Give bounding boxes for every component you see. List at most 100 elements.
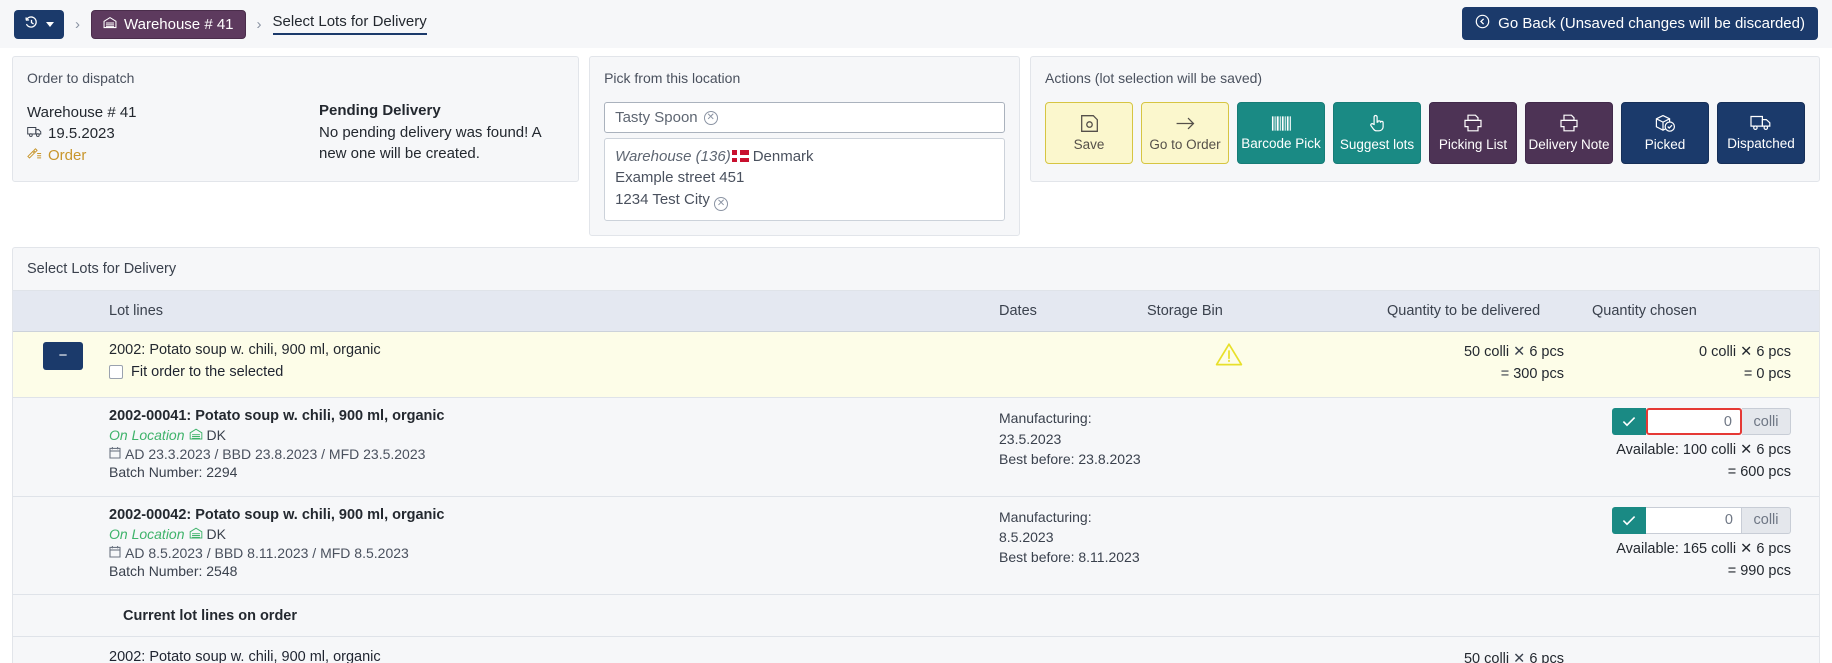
warehouse-icon <box>189 427 203 443</box>
breadcrumb-item-warehouse[interactable]: Warehouse # 41 <box>91 10 246 39</box>
parent-qty-pcs: 6 pcs <box>1529 344 1564 360</box>
lot-status: On Location <box>109 427 185 443</box>
dispatched-label: Dispatched <box>1727 136 1795 151</box>
go-back-button[interactable]: Go Back (Unsaved changes will be discard… <box>1462 7 1818 40</box>
parent-chosen-total: 0 pcs <box>1756 366 1791 382</box>
order-date: 19.5.2023 <box>48 123 115 144</box>
lot-confirm-button[interactable] <box>1612 507 1646 534</box>
lot-country-code: DK <box>207 526 226 542</box>
manufacturing-date: 8.5.2023 <box>999 527 1147 547</box>
manufacturing-label: Manufacturing: <box>999 507 1147 527</box>
order-warehouse-name: Warehouse # 41 <box>27 102 319 123</box>
current-qty-pcs: 6 pcs <box>1529 651 1564 663</box>
lot-dates-cell: Manufacturing: 23.5.2023 Best before: 23… <box>999 408 1147 469</box>
barcode-icon <box>1271 115 1292 132</box>
lot-dates-text: AD 8.5.2023 / BBD 8.11.2023 / MFD 8.5.20… <box>125 545 409 561</box>
current-qty-colli: 50 colli <box>1464 651 1509 663</box>
lot-dates-cell: Manufacturing: 8.5.2023 Best before: 8.1… <box>999 507 1147 568</box>
save-button[interactable]: Save <box>1045 102 1133 164</box>
lot-status-row: On Location DK <box>109 427 999 443</box>
pick-location-title: Pick from this location <box>604 70 1005 86</box>
header-storage-bin: Storage Bin <box>1147 303 1387 319</box>
actions-button-row: Save Go to Order <box>1045 102 1805 164</box>
history-dropdown-button[interactable] <box>14 10 64 39</box>
hand-pointer-icon <box>1368 113 1387 133</box>
lot-avail-total: 990 pcs <box>1740 563 1791 579</box>
lot-batch-number: Batch Number: 2294 <box>109 464 999 480</box>
parent-qty-to-be-delivered: 50 colli ✕ 6 pcs = 300 pcs <box>1387 342 1592 386</box>
header-qty-chosen: Quantity chosen <box>1592 303 1819 319</box>
fit-order-checkbox[interactable] <box>109 365 123 379</box>
lot-country-code: DK <box>207 427 226 443</box>
lot-available-colli: Available: 100 colli <box>1616 442 1736 458</box>
top-navigation-bar: › Warehouse # 41 › Select Lots for Deliv… <box>0 0 1832 48</box>
table-row-lot: 2002-00042: Potato soup w. chili, 900 ml… <box>13 497 1819 596</box>
dispatched-button[interactable]: Dispatched <box>1717 102 1805 164</box>
go-back-label: Go Back (Unsaved changes will be discard… <box>1498 15 1805 32</box>
parent-chosen-colli: 0 colli <box>1699 344 1736 360</box>
table-row-lot: 2002-00041: Potato soup w. chili, 900 ml… <box>13 398 1819 497</box>
save-label: Save <box>1074 137 1105 152</box>
clear-city-icon[interactable]: ✕ <box>714 197 728 211</box>
breadcrumb-current-page[interactable]: Select Lots for Delivery <box>273 13 427 35</box>
parent-chosen-eq: = <box>1744 366 1752 382</box>
lot-quantity-input[interactable] <box>1646 507 1742 534</box>
go-to-order-button[interactable]: Go to Order <box>1141 102 1229 164</box>
header-dates: Dates <box>999 303 1147 319</box>
lot-quantity-input[interactable] <box>1646 408 1742 435</box>
warehouse-icon <box>103 16 117 33</box>
delivery-note-button[interactable]: Delivery Note <box>1525 102 1613 164</box>
current-lot-info-cell: 2002: Potato soup w. chili, 900 ml, orga… <box>109 649 999 663</box>
best-before: Best before: 23.8.2023 <box>999 449 1147 469</box>
parent-chosen-times: ✕ <box>1740 344 1752 360</box>
suggest-lots-button[interactable]: Suggest lots <box>1333 102 1421 164</box>
lot-unit-label: colli <box>1742 408 1791 435</box>
lot-availability: Available: 165 colli ✕ 6 pcs = 990 pcs <box>1592 539 1819 583</box>
barcode-pick-label: Barcode Pick <box>1241 136 1321 151</box>
box-check-icon <box>1655 114 1676 133</box>
parent-chosen-pcs: 6 pcs <box>1756 344 1791 360</box>
lot-confirm-button[interactable] <box>1612 408 1646 435</box>
table-row-current-order-line: 2002: Potato soup w. chili, 900 ml, orga… <box>13 637 1819 663</box>
lot-status-row: On Location DK <box>109 526 999 542</box>
parent-qty-times: ✕ <box>1513 344 1525 360</box>
picking-list-button[interactable]: Picking List <box>1429 102 1517 164</box>
printer-icon <box>1463 114 1483 133</box>
panels-row: Order to dispatch Warehouse # 41 19.5.20… <box>0 48 1832 236</box>
current-qty-to-be-delivered: 50 colli ✕ 6 pcs = 300 pcs <box>1387 649 1592 663</box>
collapse-row-button[interactable]: − <box>43 342 83 370</box>
lot-info-cell: 2002-00042: Potato soup w. chili, 900 ml… <box>109 507 999 579</box>
lot-avail-pcs: 6 pcs <box>1756 442 1791 458</box>
lot-avail-total: 600 pcs <box>1740 464 1791 480</box>
picked-button[interactable]: Picked <box>1621 102 1709 164</box>
fit-order-row[interactable]: Fit order to the selected <box>109 364 999 380</box>
arrow-left-circle-icon <box>1475 14 1490 33</box>
order-type-label: Order <box>48 145 86 166</box>
order-pen-icon <box>27 145 42 166</box>
clear-location-icon[interactable]: ✕ <box>704 111 718 125</box>
delivery-note-label: Delivery Note <box>1528 137 1609 152</box>
truck-icon <box>1750 114 1772 132</box>
pick-location-input[interactable]: Tasty Spoon ✕ <box>604 102 1005 133</box>
location-city: 1234 Test City <box>615 191 710 208</box>
warehouse-icon <box>189 526 203 542</box>
lot-status: On Location <box>109 526 185 542</box>
parent-qty-chosen: 0 colli ✕ 6 pcs = 0 pcs <box>1592 342 1819 386</box>
actions-panel: Actions (lot selection will be saved) Sa… <box>1030 56 1820 182</box>
suggest-lots-label: Suggest lots <box>1340 137 1414 152</box>
picking-list-label: Picking List <box>1439 137 1507 152</box>
location-line-1: Warehouse (136)Denmark <box>615 146 994 167</box>
save-disk-icon <box>1080 114 1099 133</box>
header-spacer <box>13 303 109 319</box>
header-qty-to-be-delivered: Quantity to be delivered <box>1387 303 1592 319</box>
parent-storage-bin-cell <box>1147 342 1387 371</box>
warning-triangle-icon <box>1215 342 1243 371</box>
lot-avail-eq: = <box>1728 464 1736 480</box>
location-street: Example street 451 <box>615 167 994 188</box>
current-lot-lines-caption: Current lot lines on order <box>13 595 1819 637</box>
breadcrumb-separator-1: › <box>75 17 80 32</box>
barcode-pick-button[interactable]: Barcode Pick <box>1237 102 1325 164</box>
history-icon <box>24 15 39 33</box>
chevron-down-icon <box>46 22 54 27</box>
location-country: Denmark <box>753 148 814 165</box>
